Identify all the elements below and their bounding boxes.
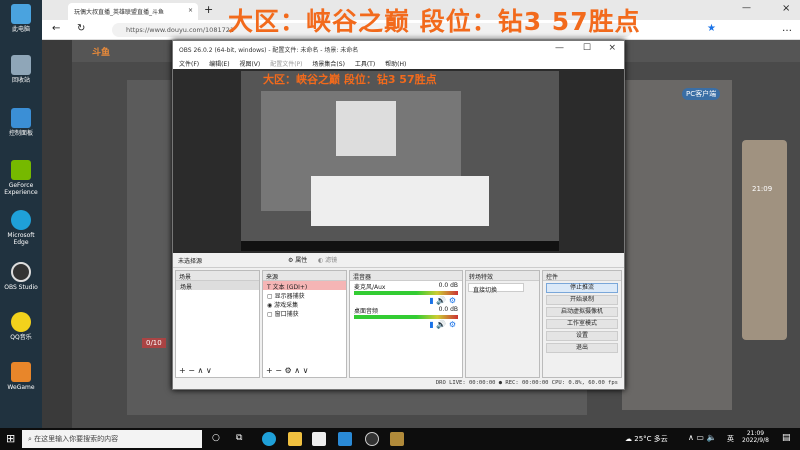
source-toolbar: 未选择源 ⚙ 属性 ◐ 滤镜: [173, 253, 624, 268]
studio-mode-button[interactable]: 工作室模式: [546, 319, 618, 329]
transition-select[interactable]: 直接切换: [468, 283, 524, 294]
desktop-icon-qqmusic[interactable]: QQ音乐: [2, 312, 40, 341]
refresh-icon[interactable]: ↻: [77, 23, 85, 34]
task-view-icon[interactable]: ⧉: [236, 433, 242, 443]
edge-icon: [11, 210, 31, 230]
sources-dock: 来源 T 文本 (GDI+) ▢ 显示器捕获 ◉ 游戏采集 ▢ 窗口捕获 + −…: [262, 270, 347, 378]
obs-icon[interactable]: [365, 432, 379, 446]
menu-profile[interactable]: 配置文件(P): [270, 61, 302, 68]
source-item[interactable]: ◉ 游戏采集: [263, 299, 346, 309]
menu-scene-collection[interactable]: 场景集合(S): [312, 61, 345, 68]
taskbar-search[interactable]: ⌕ 在这里输入你要搜索的内容: [22, 430, 202, 448]
properties-button[interactable]: ⚙ 属性: [288, 255, 307, 264]
stop-streaming-button[interactable]: 停止推流: [546, 283, 618, 293]
site-logo[interactable]: 斗鱼: [92, 45, 110, 58]
desktop-icon-recycle-bin[interactable]: 回收站: [2, 55, 40, 84]
menu-edit[interactable]: 编辑(E): [209, 61, 229, 68]
geforce-icon: [11, 160, 31, 180]
ime-indicator[interactable]: 英: [727, 434, 734, 444]
volume-meter: [354, 315, 458, 319]
nested-obs-docks: [311, 176, 489, 226]
obs-window: OBS 26.0.2 (64-bit, windows) - 配置文件: 未命名…: [172, 40, 625, 390]
obs-titlebar: OBS 26.0.2 (64-bit, windows) - 配置文件: 未命名…: [173, 41, 624, 57]
obs-icon: [11, 262, 31, 282]
volume-slider[interactable]: ▮ 🔊 ⚙: [350, 320, 462, 329]
clock[interactable]: 21:09 2022/9/8: [742, 430, 769, 444]
file-explorer-icon[interactable]: [288, 432, 302, 446]
promo-banner[interactable]: 21:09: [742, 140, 787, 340]
desktop-icon-geforce[interactable]: GeForce Experience: [2, 160, 40, 196]
browser-tab[interactable]: 玩偶大叔直播_英雄联盟直播_斗鱼 ×: [68, 3, 198, 20]
obs-preview[interactable]: 大区：峡谷之巅 段位：钻3 57胜点: [173, 69, 624, 253]
notification-icon[interactable]: ▤: [782, 433, 791, 443]
new-tab-button[interactable]: +: [204, 3, 213, 16]
weather-widget[interactable]: ☁ 25°C 多云: [625, 434, 668, 444]
more-icon[interactable]: …: [782, 23, 792, 34]
start-recording-button[interactable]: 开始录制: [546, 295, 618, 305]
favorite-star-icon[interactable]: ★: [707, 23, 716, 34]
source-item[interactable]: ▢ 显示器捕获: [263, 290, 346, 300]
mixer-dock: 混音器 麦克风/Aux 0.0 dB ▮ 🔊 ⚙ 桌面音频 0.0 dB ▮ 🔊 ⚙: [349, 270, 463, 378]
menu-file[interactable]: 文件(F): [179, 61, 199, 68]
edge-icon[interactable]: [262, 432, 276, 446]
filters-button[interactable]: ◐ 滤镜: [318, 255, 337, 264]
mixer-channel: 桌面音频 0.0 dB: [354, 306, 458, 315]
minimize-icon[interactable]: —: [555, 43, 564, 53]
taskbar: ⊞ ⌕ 在这里输入你要搜索的内容 ○ ⧉ ☁ 25°C 多云 ∧ ▭ 🔈 英 2…: [0, 428, 800, 450]
pc-client-button[interactable]: PC客户端: [682, 88, 721, 100]
volume-meter: [354, 291, 458, 295]
start-virtual-camera-button[interactable]: 启动虚拟摄像机: [546, 307, 618, 317]
source-item[interactable]: ▢ 窗口捕获: [263, 308, 346, 318]
preview-overlay-text: 大区：峡谷之巅 段位：钻3 57胜点: [263, 73, 437, 86]
back-icon[interactable]: ←: [52, 23, 60, 34]
tray-icons[interactable]: ∧ ▭ 🔈: [688, 433, 716, 442]
rank-overlay-text: 大区：峡谷之巅 段位：钻3 57胜点: [228, 7, 641, 36]
desktop-icon-obs[interactable]: OBS Studio: [2, 262, 40, 291]
desktop-icon-control-panel[interactable]: 控制面板: [2, 108, 40, 137]
mixer-channel: 麦克风/Aux 0.0 dB: [354, 282, 458, 291]
start-windows-icon[interactable]: ⊞: [6, 432, 15, 445]
close-icon[interactable]: ×: [608, 43, 616, 53]
close-window-icon[interactable]: ×: [782, 3, 790, 14]
source-controls[interactable]: + − ⚙ ∧ ∨: [266, 366, 308, 375]
desktop-icon-this-pc[interactable]: 此电脑: [2, 4, 40, 33]
menu-tools[interactable]: 工具(T): [355, 61, 375, 68]
recycle-bin-icon: [11, 55, 31, 75]
desktop-icons: 此电脑 回收站 控制面板 GeForce Experience Microsof…: [0, 0, 42, 428]
scene-item[interactable]: 场景: [176, 281, 259, 291]
close-tab-icon[interactable]: ×: [188, 7, 193, 14]
chat-panel: PC客户端: [622, 80, 732, 410]
computer-icon: [11, 4, 31, 24]
control-panel-icon: [11, 108, 31, 128]
obs-menubar: 文件(F) 编辑(E) 视图(V) 配置文件(P) 场景集合(S) 工具(T) …: [173, 57, 624, 69]
store-icon[interactable]: [312, 432, 326, 446]
scene-controls[interactable]: + − ∧ ∨: [179, 366, 212, 375]
left-nav: [42, 40, 72, 428]
desktop-icon-wegame[interactable]: WeGame: [2, 362, 40, 391]
status-bar: DRO LIVE: 00:00:00 ● REC: 00:00:00 CPU: …: [435, 380, 618, 386]
exit-button[interactable]: 退出: [546, 343, 618, 353]
maximize-icon[interactable]: ☐: [583, 43, 591, 53]
cortana-icon[interactable]: ○: [212, 433, 220, 443]
minimize-icon[interactable]: —: [742, 3, 751, 13]
volume-slider[interactable]: ▮ 🔊 ⚙: [350, 296, 462, 305]
transitions-dock: 转场特效 直接切换: [465, 270, 540, 378]
scenes-dock: 场景 场景 + − ∧ ∨: [175, 270, 260, 378]
progress-badge: 0/10: [142, 338, 166, 348]
menu-help[interactable]: 帮助(H): [385, 61, 406, 68]
mail-icon[interactable]: [338, 432, 352, 446]
source-item[interactable]: T 文本 (GDI+): [263, 281, 346, 291]
menu-view[interactable]: 视图(V): [239, 61, 260, 68]
wegame-icon: [11, 362, 31, 382]
nested-taskbar: [241, 241, 559, 251]
desktop-icon-edge[interactable]: Microsoft Edge: [2, 210, 40, 246]
nested-obs: [336, 101, 396, 156]
controls-dock: 控件 停止推流 开始录制 启动虚拟摄像机 工作室模式 设置 退出: [542, 270, 622, 378]
settings-button[interactable]: 设置: [546, 331, 618, 341]
qqmusic-icon: [11, 312, 31, 332]
lol-icon[interactable]: [390, 432, 404, 446]
preview-image: [241, 71, 559, 251]
